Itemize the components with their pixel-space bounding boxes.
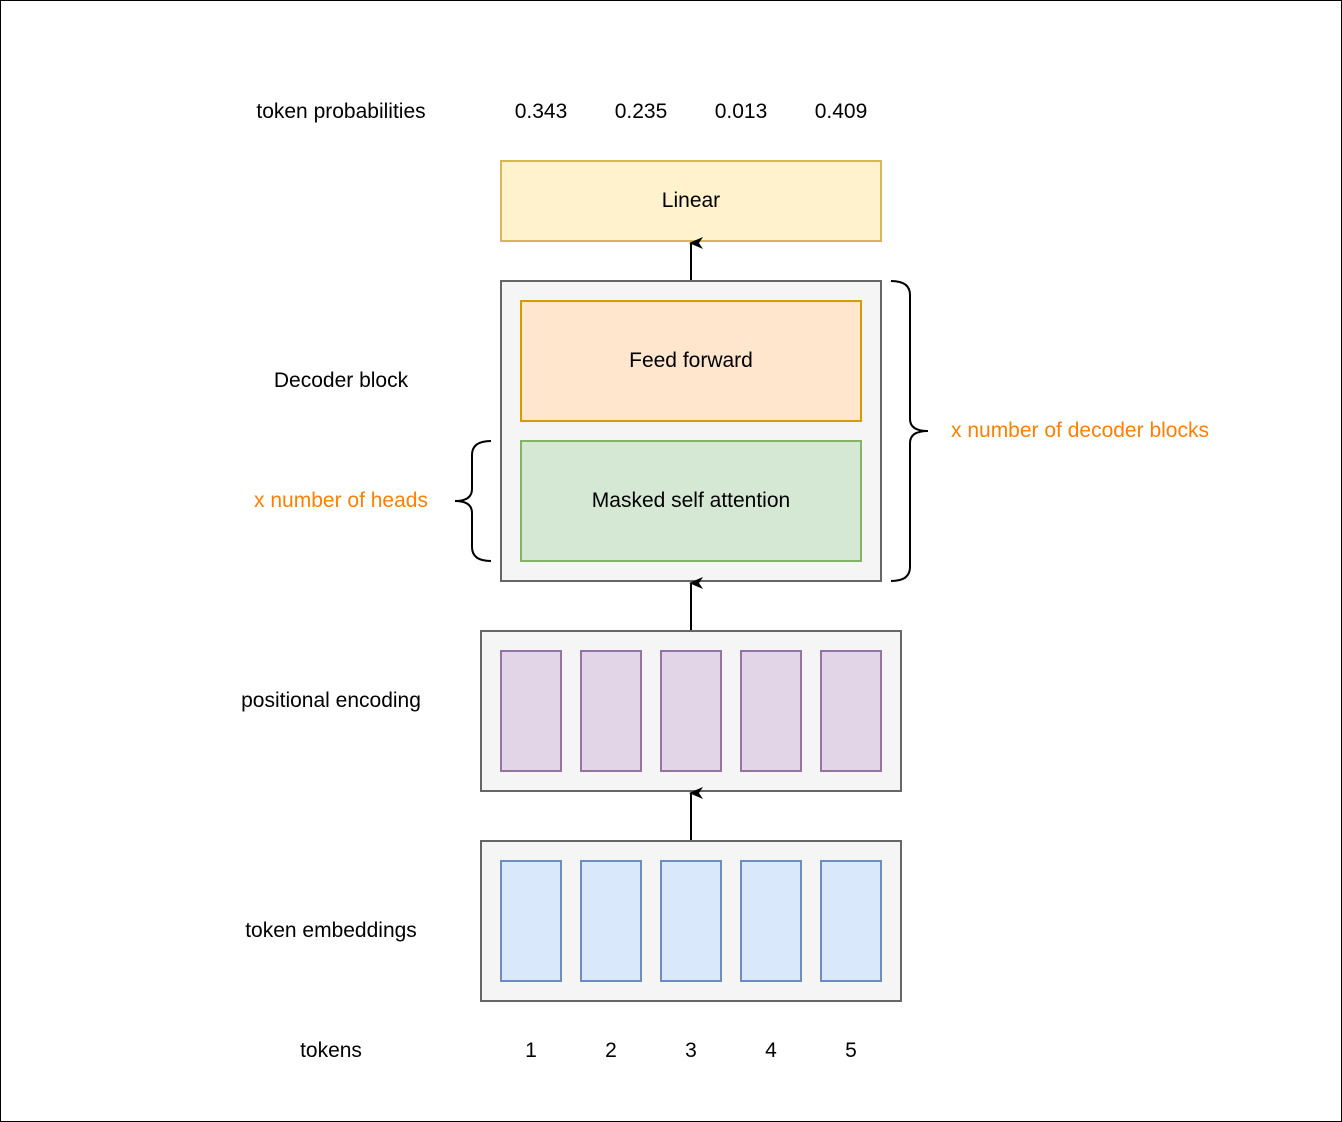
tokens-label: tokens bbox=[300, 1039, 362, 1062]
positional-encoding-vector bbox=[580, 650, 642, 772]
token-embedding-vector bbox=[660, 860, 722, 982]
positional-encoding-label: positional encoding bbox=[241, 689, 421, 712]
probability-value: 0.343 bbox=[515, 100, 568, 123]
linear-label: Linear bbox=[662, 189, 720, 212]
token-id: 5 bbox=[845, 1039, 857, 1062]
token-probabilities-label: token probabilities bbox=[256, 100, 425, 123]
heads-annotation: x number of heads bbox=[254, 489, 428, 512]
token-embedding-vector bbox=[820, 860, 882, 982]
token-embedding-vector bbox=[500, 860, 562, 982]
token-embeddings-label: token embeddings bbox=[245, 919, 417, 942]
token-id: 4 bbox=[765, 1039, 777, 1062]
token-embedding-vector bbox=[580, 860, 642, 982]
token-id: 2 bbox=[605, 1039, 617, 1062]
probability-value: 0.235 bbox=[615, 100, 668, 123]
token-id: 3 bbox=[685, 1039, 697, 1062]
positional-encoding-vector bbox=[820, 650, 882, 772]
feed-forward-label: Feed forward bbox=[629, 349, 753, 372]
probability-value: 0.409 bbox=[815, 100, 868, 123]
decoder-block-label: Decoder block bbox=[274, 369, 409, 392]
masked-self-attention-label: Masked self attention bbox=[592, 489, 790, 512]
token-id: 1 bbox=[525, 1039, 537, 1062]
decoder-blocks-annotation: x number of decoder blocks bbox=[951, 419, 1209, 442]
token-embedding-vector bbox=[740, 860, 802, 982]
decoder-diagram: token probabilities 0.343 0.235 0.013 0.… bbox=[0, 0, 1342, 1122]
positional-encoding-vector bbox=[740, 650, 802, 772]
positional-encoding-vector bbox=[500, 650, 562, 772]
positional-encoding-vector bbox=[660, 650, 722, 772]
probability-value: 0.013 bbox=[715, 100, 768, 123]
